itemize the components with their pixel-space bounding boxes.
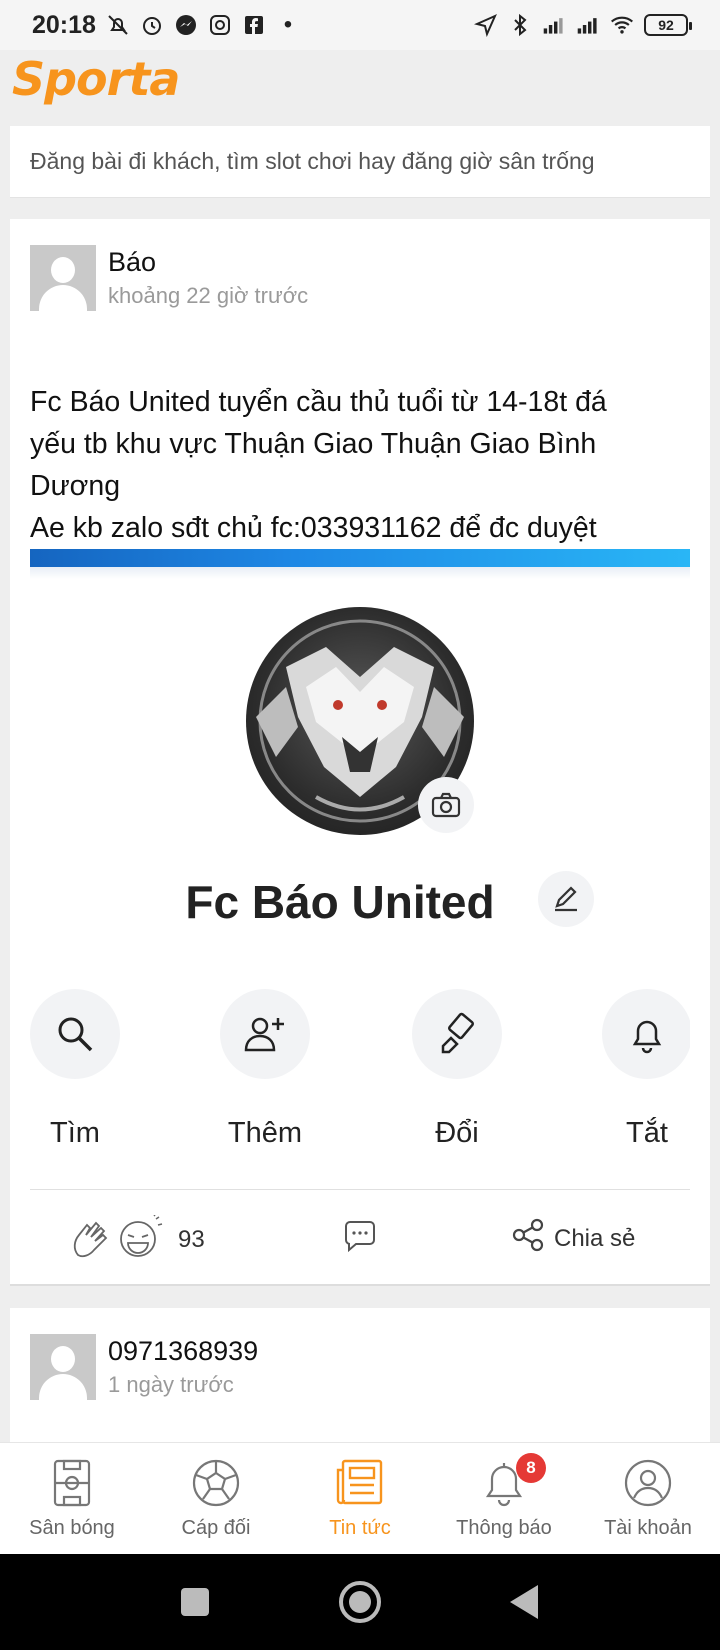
app-header: Sporta (0, 50, 720, 120)
wifi-icon (610, 13, 634, 37)
post-author[interactable]: 0971368939 (108, 1336, 258, 1367)
nav-label: Cáp đối (181, 1517, 251, 1539)
dot-icon: • (283, 11, 293, 38)
bluetooth-icon (508, 13, 532, 37)
system-navigation-bar (0, 1554, 720, 1650)
divider (30, 1189, 690, 1190)
post-text-line: Fc Báo United tuyển cầu thủ tuổi từ 14-1… (30, 386, 607, 418)
image-action-label: Thêm (227, 1117, 303, 1149)
news-icon (334, 1457, 386, 1509)
soccer-ball-icon (190, 1457, 242, 1509)
post-text-line: Ae kb zalo sđt chủ fc:033931162 để đc du… (30, 512, 597, 544)
nav-item-san-bong[interactable]: Sân bóng (0, 1443, 144, 1554)
share-label: Chia sẻ (554, 1224, 636, 1252)
reaction-bar: 93 Chia sẻ (10, 1209, 710, 1265)
signal-icon-2 (576, 13, 600, 37)
share-icon (510, 1217, 546, 1260)
camera-icon (418, 777, 474, 833)
reactions[interactable]: 93 (70, 1214, 205, 1264)
post-text: Fc Báo United tuyển cầu thủ tuổi từ 14-1… (30, 381, 695, 549)
signal-icon (542, 13, 566, 37)
back-button[interactable] (502, 1580, 546, 1624)
share-button[interactable]: Chia sẻ (510, 1217, 635, 1260)
recents-button[interactable] (173, 1580, 217, 1624)
bell-icon (602, 989, 690, 1079)
post-author[interactable]: Báo (108, 247, 156, 278)
notification-badge: 8 (516, 1453, 546, 1483)
nav-label: Thông báo (456, 1517, 552, 1539)
post-image[interactable]: Fc Báo United Tìm Thêm Đổi Tắt (30, 549, 690, 1149)
field-icon (46, 1457, 98, 1509)
messenger-icon (174, 13, 198, 37)
nav-label: Tài khoản (604, 1517, 692, 1539)
nav-item-tin-tuc[interactable]: Tin tức (288, 1443, 432, 1554)
nav-item-thong-bao[interactable]: 8 Thông báo (432, 1443, 576, 1554)
instagram-icon (208, 13, 232, 37)
home-button[interactable] (338, 1580, 382, 1624)
image-action-label: Đổi (435, 1117, 479, 1149)
comment-icon[interactable] (340, 1217, 380, 1257)
battery-icon: 92 (644, 14, 692, 36)
image-action-label: Tìm (50, 1117, 100, 1149)
paintbrush-icon (412, 989, 502, 1079)
post-card: Báo khoảng 22 giờ trước Fc Báo United tu… (10, 219, 710, 1286)
avatar[interactable] (30, 1334, 96, 1400)
post-text-line: yếu tb khu vực Thuận Giao Thuận Giao Bìn… (30, 428, 597, 460)
status-bar: 20:18 • 92 (0, 0, 720, 50)
search-icon (30, 989, 120, 1079)
image-header-bar (30, 549, 690, 567)
post-card: 0971368939 1 ngày trước (10, 1308, 710, 1448)
sporta-logo: Sporta (12, 52, 180, 106)
post-composer-input[interactable]: Đăng bài đi khách, tìm slot chơi hay đăn… (10, 126, 710, 198)
alarm-icon (140, 13, 164, 37)
nav-item-cap-doi[interactable]: Cáp đối (144, 1443, 288, 1554)
avatar[interactable] (30, 245, 96, 311)
bottom-navigation: Sân bóng Cáp đối Tin tức 8 Thông báo Tài… (0, 1442, 720, 1554)
image-action-label: Tắt (626, 1117, 668, 1149)
nav-label: Tin tức (329, 1517, 391, 1539)
post-text-line: Dương (30, 470, 121, 502)
account-icon (622, 1457, 674, 1509)
pencil-icon (538, 871, 594, 927)
add-user-icon (220, 989, 310, 1079)
reaction-count: 93 (178, 1225, 205, 1253)
nav-label: Sân bóng (29, 1517, 115, 1539)
facebook-icon (242, 13, 266, 37)
nav-item-tai-khoan[interactable]: Tài khoản (576, 1443, 720, 1554)
laugh-icon[interactable] (118, 1214, 164, 1264)
location-icon (474, 13, 498, 37)
mute-icon (106, 13, 130, 37)
clap-icon[interactable] (70, 1215, 112, 1264)
post-time: 1 ngày trước (108, 1372, 234, 1397)
status-time: 20:18 (32, 10, 96, 39)
post-time: khoảng 22 giờ trước (108, 283, 309, 308)
